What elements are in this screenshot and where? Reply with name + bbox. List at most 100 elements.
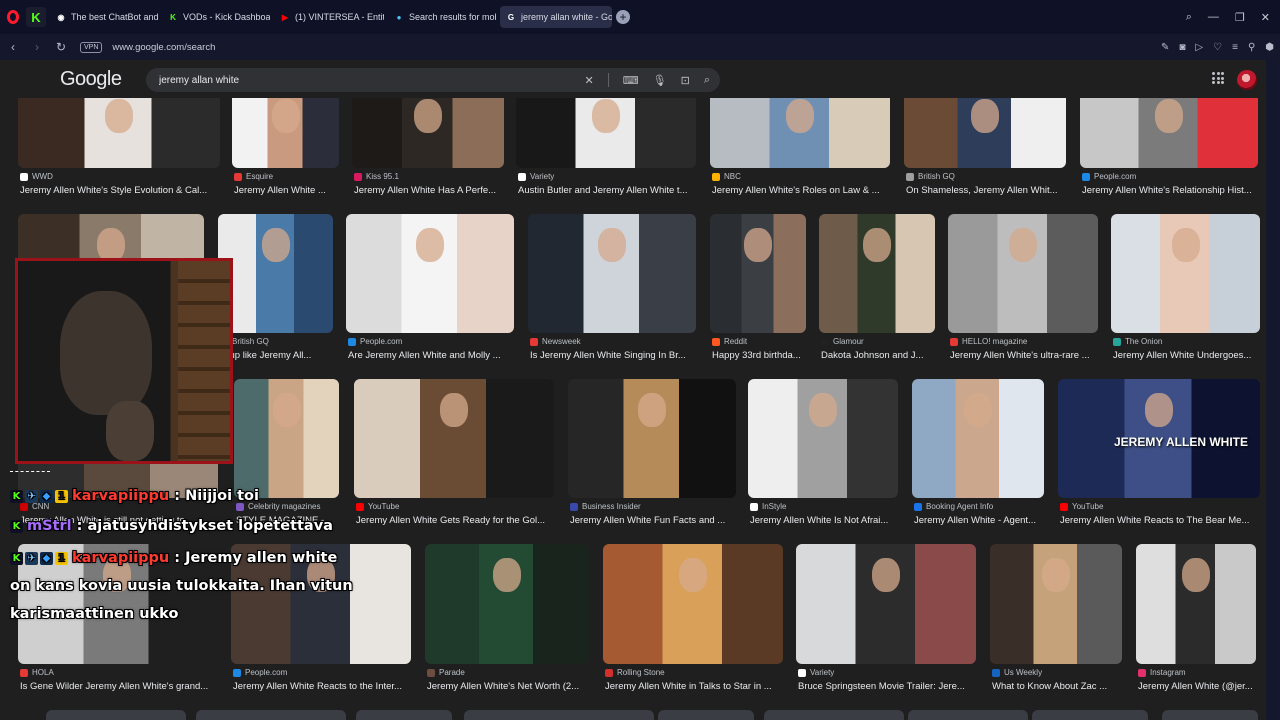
result-thumbnail[interactable] [1080,98,1258,168]
image-result-card[interactable]: HELLO! magazine Jeremy Allen White's ultr… [948,214,1098,367]
result-title[interactable]: Austin Butler and Jeremy Allen White t..… [518,185,688,196]
result-title[interactable]: Jeremy Allen White Is Not Afrai... [750,515,888,526]
lens-icon[interactable]: ⊡ [681,74,690,87]
search-icon[interactable]: ⌕ [704,74,710,87]
result-title[interactable]: Is Jeremy Allen White Singing In Br... [530,350,686,361]
result-title[interactable]: Jeremy Allen White's Roles on Law & ... [712,185,880,196]
minimize-button[interactable]: — [1208,11,1219,23]
image-result-card[interactable]: Celebrity magazines STYLE MAGAZINE -... [234,379,339,532]
result-thumbnail[interactable] [908,710,1028,720]
result-thumbnail[interactable] [764,710,904,720]
image-result-card[interactable]: Kiss 95.1 Jeremy Allen White Has A Perfe.… [352,98,504,202]
image-result-card[interactable]: British GQ lk up like Jeremy All... [218,214,333,367]
vpn-badge[interactable]: VPN [80,41,103,53]
reload-icon[interactable]: ↻ [50,40,72,54]
image-result-card[interactable]: Glamour Dakota Johnson and J... [819,214,935,367]
image-result-card[interactable]: Esquire Jeremy Allen White ... [232,98,339,202]
image-result-card[interactable]: JEREMY ALLEN WHITE YouTube Jeremy Allen Wh… [1058,379,1260,532]
camera-icon[interactable]: ◙ [1179,42,1185,53]
browser-tab[interactable]: ◉ The best ChatBot and Wid [50,6,159,28]
result-thumbnail[interactable] [196,710,346,720]
result-title[interactable]: Jeremy Allen White's Relationship Hist..… [1082,185,1252,196]
heart-icon[interactable]: ♡ [1213,42,1222,53]
image-result-card[interactable]: WWD Jeremy Allen White's Style Evolution … [18,98,220,202]
search-input[interactable] [159,72,559,88]
result-thumbnail[interactable] [352,98,504,168]
result-thumbnail[interactable] [603,544,783,664]
image-result-card[interactable]: Newsweek Is Jeremy Allen White Singing In… [528,214,696,367]
url-field[interactable]: www.google.com/search [112,42,215,53]
result-thumbnail[interactable] [464,710,654,720]
result-thumbnail[interactable]: JEREMY ALLEN WHITE [1058,379,1260,498]
result-title[interactable]: Jeremy Allen White Gets Ready for the Go… [356,515,545,526]
clear-icon[interactable]: ✕ [585,74,594,87]
result-thumbnail[interactable] [568,379,736,498]
send-icon[interactable]: ▷ [1195,42,1203,53]
image-result-card[interactable]: InStyle Jeremy Allen White Is Not Afrai..… [748,379,898,532]
result-thumbnail[interactable] [1032,710,1148,720]
image-result-card[interactable]: Variety Bruce Springsteen Movie Trailer: … [796,544,976,698]
new-tab-button[interactable]: + [616,10,630,24]
back-icon[interactable]: ‹ [2,40,24,54]
result-title[interactable]: What to Know About Zac ... [992,681,1107,692]
result-thumbnail[interactable] [356,710,452,720]
close-window-button[interactable]: ✕ [1261,11,1270,24]
result-thumbnail[interactable] [990,544,1122,664]
result-thumbnail[interactable] [46,710,186,720]
result-title[interactable]: Dakota Johnson and J... [821,350,923,361]
result-title[interactable]: Jeremy Allen White - Agent... [914,515,1036,526]
result-thumbnail[interactable] [819,214,935,333]
profile-icon[interactable]: ⚲ [1248,42,1255,53]
image-result-card[interactable]: People.com Jeremy Allen White Reacts to t… [231,544,411,698]
image-result-card[interactable]: YouTube Jeremy Allen White Gets Ready for… [354,379,554,532]
image-result-card[interactable]: Instagram Jeremy Allen White (@jer... [1136,544,1256,698]
result-thumbnail[interactable] [710,98,890,168]
result-thumbnail[interactable] [948,214,1098,333]
result-thumbnail[interactable] [658,710,754,720]
result-thumbnail[interactable] [796,544,976,664]
microphone-icon[interactable]: 🎙 [653,74,667,87]
result-title[interactable]: Bruce Springsteen Movie Trailer: Jere... [798,681,965,692]
account-avatar[interactable] [1237,70,1257,90]
result-thumbnail[interactable] [232,98,339,168]
image-result-card[interactable]: People.com Jeremy Allen White's Relations… [1080,98,1258,202]
browser-tab[interactable]: K VODs - Kick Dashboard [162,6,270,28]
result-thumbnail[interactable] [528,214,696,333]
search-tabs-icon[interactable]: ⌕ [1186,11,1192,24]
image-result-card[interactable]: Us Weekly What to Know About Zac ... [990,544,1122,698]
result-title[interactable]: Are Jeremy Allen White and Molly ... [348,350,501,361]
image-result-card[interactable]: Variety Austin Butler and Jeremy Allen Wh… [516,98,696,202]
result-thumbnail[interactable] [1136,544,1256,664]
image-result-card[interactable]: NBC Jeremy Allen White's Roles on Law & .… [710,98,890,202]
restore-button[interactable]: ❐ [1235,11,1245,24]
result-thumbnail[interactable] [748,379,898,498]
result-thumbnail[interactable] [904,98,1066,168]
image-result-card[interactable]: Reddit Happy 33rd birthda... [710,214,806,367]
image-result-card[interactable]: Booking Agent Info Jeremy Allen White - A… [912,379,1044,532]
result-thumbnail[interactable] [1162,710,1258,720]
result-title[interactable]: Jeremy Allen White in Talks to Star in .… [605,681,772,692]
result-thumbnail[interactable] [18,98,220,168]
result-thumbnail[interactable] [710,214,806,333]
result-title[interactable]: Jeremy Allen White Reacts to The Bear Me… [1060,515,1249,526]
result-title[interactable]: Jeremy Allen White ... [234,185,326,196]
result-thumbnail[interactable] [218,214,333,333]
image-result-card[interactable]: People.com Are Jeremy Allen White and Mol… [346,214,514,367]
result-thumbnail[interactable] [516,98,696,168]
keyboard-icon[interactable]: ⌨ [623,74,639,87]
result-title[interactable]: lk up like Jeremy All... [220,350,311,361]
edit-icon[interactable]: ✎ [1161,42,1169,53]
result-title[interactable]: Is Gene Wilder Jeremy Allen White's gran… [20,681,208,692]
result-title[interactable]: On Shameless, Jeremy Allen Whit... [906,185,1058,196]
result-thumbnail[interactable] [234,379,339,498]
result-title[interactable]: Jeremy Allen White Reacts to the Inter..… [233,681,402,692]
result-title[interactable]: Jeremy Allen White Fun Facts and ... [570,515,725,526]
result-thumbnail[interactable] [354,379,554,498]
forward-icon[interactable]: › [26,40,48,54]
browser-tab[interactable]: Gjeremy allan white - Goog [500,6,612,28]
result-thumbnail[interactable] [425,544,589,664]
result-thumbnail[interactable] [346,214,514,333]
image-result-card[interactable]: The Onion Jeremy Allen White Undergoes... [1111,214,1260,367]
google-logo[interactable]: Google [60,68,122,91]
result-title[interactable]: Jeremy Allen White's Net Worth (2... [427,681,579,692]
